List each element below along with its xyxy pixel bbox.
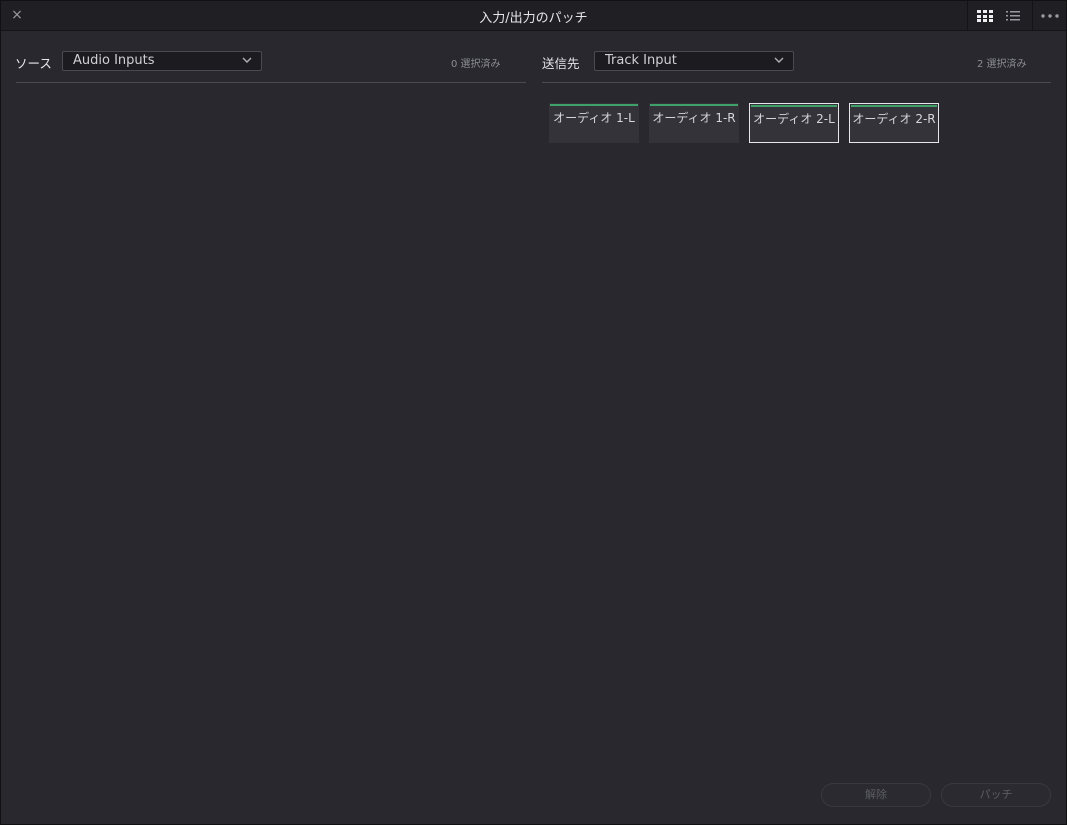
destination-dropdown[interactable]: Track Input — [594, 51, 794, 71]
tile-label: オーディオ 2-L — [753, 112, 835, 126]
destination-divider — [542, 82, 1051, 83]
source-header: ソース Audio Inputs 0 選択済み — [1, 51, 531, 71]
destination-tile-audio-2l[interactable]: オーディオ 2-L — [749, 103, 839, 143]
destination-dropdown-value: Track Input — [605, 53, 677, 68]
grid-view-icon — [976, 9, 993, 22]
destination-header: 送信先 Track Input 2 選択済み — [531, 51, 1061, 71]
destination-label: 送信先 — [542, 56, 580, 71]
source-list — [16, 91, 526, 771]
tile-label: オーディオ 2-R — [852, 112, 936, 126]
title-bar: × 入力/出力のパッチ — [1, 1, 1066, 31]
destination-tile-audio-2r[interactable]: オーディオ 2-R — [849, 103, 939, 143]
destination-tile-audio-1r[interactable]: オーディオ 1-R — [649, 103, 739, 143]
source-dropdown[interactable]: Audio Inputs — [62, 51, 262, 71]
destination-tile-audio-1l[interactable]: オーディオ 1-L — [549, 103, 639, 143]
chevron-down-icon — [242, 57, 252, 63]
source-selected-count: 0 選択済み — [451, 59, 501, 70]
source-label: ソース — [15, 56, 52, 71]
list-view-icon — [1005, 10, 1020, 20]
list-view-button[interactable] — [996, 1, 1029, 30]
more-options-button[interactable] — [1032, 1, 1067, 30]
unpatch-button[interactable]: 解除 — [821, 783, 931, 807]
source-dropdown-value: Audio Inputs — [73, 53, 155, 68]
window-title: 入力/出力のパッチ — [479, 11, 588, 26]
tile-label: オーディオ 1-L — [553, 111, 635, 125]
patch-window: × 入力/出力のパッチ ソース Audio Inputs 0 選択済み 送信先 … — [0, 0, 1067, 825]
source-divider — [16, 82, 526, 83]
destination-selected-count: 2 選択済み — [977, 59, 1027, 70]
tile-label: オーディオ 1-R — [652, 111, 736, 125]
patch-button[interactable]: パッチ — [941, 783, 1051, 807]
chevron-down-icon — [774, 57, 784, 63]
more-options-icon — [1041, 13, 1059, 18]
